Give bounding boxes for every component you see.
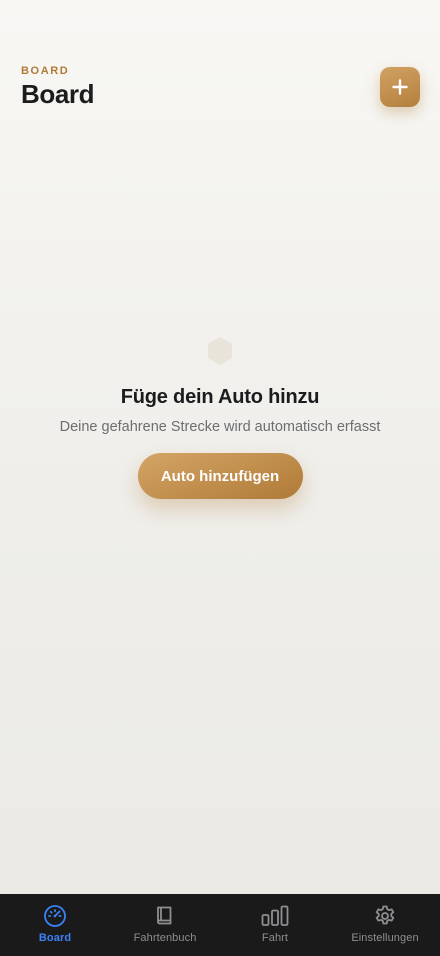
plus-icon <box>392 79 408 95</box>
bar-chart-icon <box>261 905 289 926</box>
add-car-cta-button[interactable]: Auto hinzufügen <box>137 453 303 499</box>
tab-fahrt[interactable]: Fahrt <box>220 894 330 956</box>
tab-einstellungen[interactable]: Einstellungen <box>330 894 440 956</box>
tab-board[interactable]: Board <box>0 894 110 956</box>
tab-bar: Board Fahrtenbuch Fahrt Einstellungen <box>0 894 440 956</box>
empty-state-subtitle: Deine gefahrene Strecke wird automatisch… <box>59 419 381 435</box>
speedometer-icon <box>44 905 66 927</box>
page-header: BOARD Board <box>21 65 95 110</box>
book-icon <box>157 906 172 925</box>
hexagon-icon <box>208 337 232 365</box>
tab-label-fahrt: Fahrt <box>261 932 289 944</box>
tab-fahrtenbuch[interactable]: Fahrtenbuch <box>110 894 220 956</box>
add-car-button[interactable] <box>380 67 420 107</box>
page-title: Board <box>21 79 95 109</box>
empty-state-title: Füge dein Auto hinzu <box>120 386 320 408</box>
tab-label-einstellungen: Einstellungen <box>351 932 419 944</box>
gear-icon <box>375 905 395 925</box>
tab-label-board: Board <box>38 932 72 944</box>
empty-state: Füge dein Auto hinzu Deine gefahrene Str… <box>0 336 440 499</box>
page-eyebrow: BOARD <box>21 65 70 77</box>
tab-label-fahrtenbuch: Fahrtenbuch <box>133 932 197 944</box>
